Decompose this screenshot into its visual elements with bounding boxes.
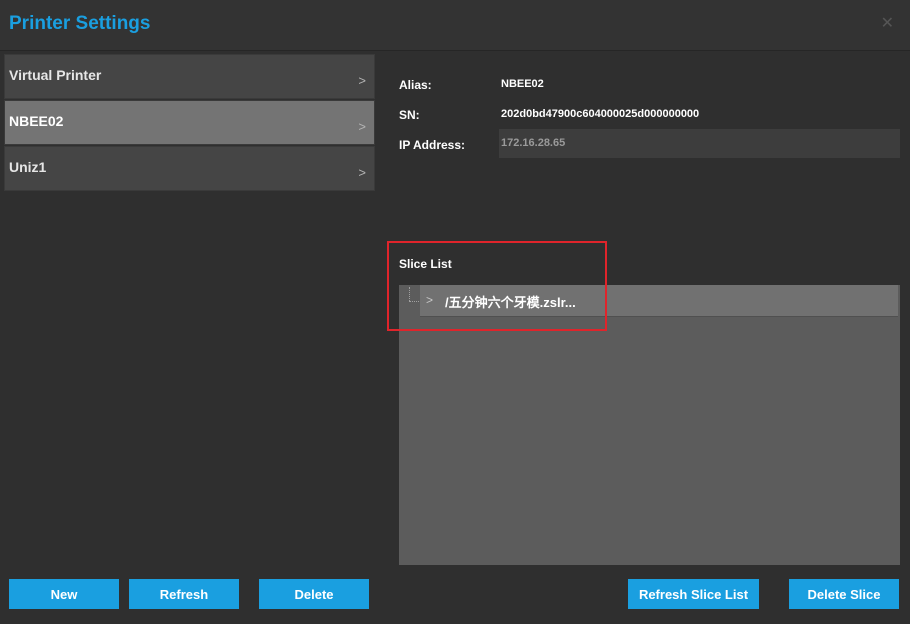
tree-connector: [409, 301, 419, 302]
ip-address-label: IP Address:: [399, 138, 466, 152]
chevron-right-icon: >: [358, 73, 366, 88]
title-divider: [0, 50, 910, 51]
printer-item-label: NBEE02: [9, 113, 64, 129]
chevron-right-icon: >: [358, 119, 366, 134]
tree-connector: [409, 287, 410, 301]
sn-value: 202d0bd47900c604000025d000000000: [501, 108, 700, 120]
printer-item-label: Virtual Printer: [9, 67, 102, 83]
delete-slice-button[interactable]: Delete Slice: [789, 579, 899, 609]
close-icon[interactable]: ✕: [881, 16, 894, 32]
printer-item-label: Uniz1: [9, 159, 47, 175]
chevron-right-icon: >: [358, 165, 366, 180]
expand-chevron-icon[interactable]: >: [426, 293, 433, 307]
slice-list-panel[interactable]: > /五分钟六个牙模.zslr...: [399, 285, 900, 565]
alias-label: Alias:: [399, 78, 432, 92]
new-button[interactable]: New: [9, 579, 119, 609]
printer-item-uniz1[interactable]: Uniz1 >: [4, 146, 375, 191]
slice-list-item[interactable]: > /五分钟六个牙模.zslr...: [420, 285, 898, 317]
slice-list-label: Slice List: [399, 257, 452, 271]
printer-item-nbee02[interactable]: NBEE02 >: [4, 100, 375, 145]
title-bar: Printer Settings ✕: [0, 0, 910, 50]
ip-address-value: 172.16.28.65: [501, 137, 566, 149]
sn-label: SN:: [399, 108, 420, 122]
alias-value[interactable]: NBEE02: [501, 78, 544, 90]
delete-button[interactable]: Delete: [259, 579, 369, 609]
window-title: Printer Settings: [9, 13, 151, 34]
ip-address-field[interactable]: 172.16.28.65: [499, 129, 900, 158]
refresh-button[interactable]: Refresh: [129, 579, 239, 609]
slice-file-name: /五分钟六个牙模.zslr...: [445, 295, 576, 310]
printer-list: Virtual Printer > NBEE02 > Uniz1 >: [4, 54, 375, 192]
refresh-slice-list-button[interactable]: Refresh Slice List: [628, 579, 759, 609]
printer-item-virtual-printer[interactable]: Virtual Printer >: [4, 54, 375, 99]
